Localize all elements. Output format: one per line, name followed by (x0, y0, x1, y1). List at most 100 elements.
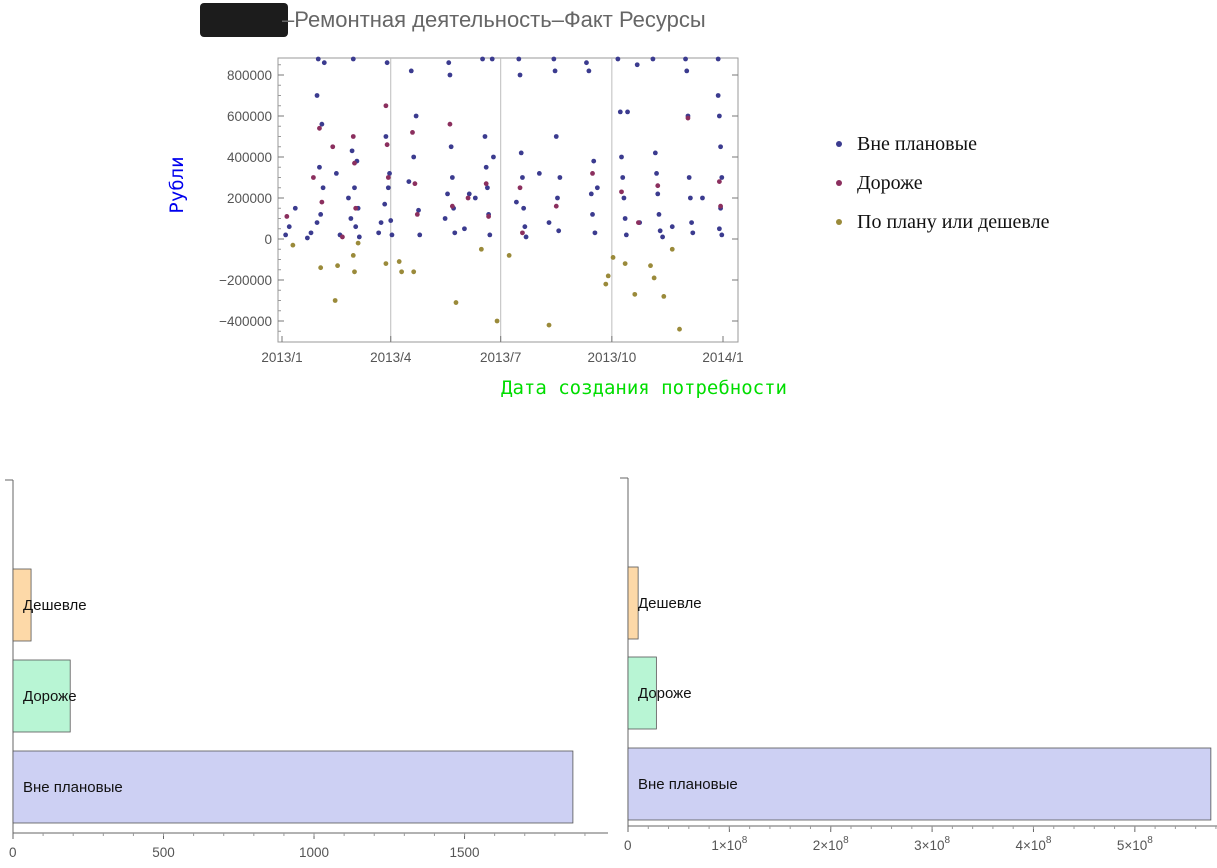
x-tick-label: 500 (152, 845, 175, 860)
x-tick-label: 2013/7 (480, 350, 521, 365)
scatter-point (689, 220, 694, 226)
scatter-point (590, 171, 595, 176)
scatter-point (352, 185, 357, 191)
scatter-point (317, 164, 322, 170)
scatter-point (489, 56, 495, 62)
scatter-point (350, 253, 356, 258)
scatter-point (617, 109, 623, 115)
scatter-point (383, 261, 389, 266)
scatter-point (449, 175, 455, 180)
scatter-point (634, 62, 640, 68)
bar-chart-sum: Вне плановые Дороже Дешевле 0 1×108 2×108 3×10… (620, 477, 1217, 853)
scatter-point (317, 125, 322, 131)
scatter-point (536, 171, 542, 176)
x-tick-label: 2×108 (813, 835, 849, 853)
scatter-point (385, 185, 391, 191)
scatter-point (523, 234, 529, 240)
scatter-point (716, 226, 722, 232)
scatter-point (715, 93, 721, 98)
x-tick-label: 1500 (450, 845, 480, 860)
scatter-point (319, 121, 325, 127)
y-tick-label: 600000 (227, 109, 272, 124)
scatter-point (690, 230, 696, 236)
legend-label: Дороже (857, 172, 923, 194)
scatter-point (520, 230, 525, 236)
scatter-point (378, 220, 384, 226)
scatter-point (553, 134, 559, 139)
scatter-point (447, 121, 453, 127)
scatter-point (660, 234, 665, 240)
scatter-point (719, 175, 725, 180)
scatter-point (513, 199, 519, 205)
scatter-point (685, 115, 691, 121)
y-tick-label: −400000 (219, 314, 272, 329)
scatter-point (330, 144, 336, 150)
scatter-point (521, 205, 527, 211)
y-tick-label: 400000 (227, 150, 272, 165)
scatter-point (346, 195, 351, 201)
bar-category-label: Дешевле (23, 597, 87, 614)
scatter-point (408, 68, 414, 74)
scatter-point (652, 150, 658, 156)
scatter-point (651, 275, 657, 281)
scatter-point (385, 175, 391, 180)
scatter-point (320, 185, 326, 191)
x-tick-exponent: 8 (742, 835, 748, 846)
scatter-point (619, 189, 624, 195)
scatter-point (623, 232, 629, 238)
scatter-point (517, 185, 523, 191)
scatter-point (715, 56, 721, 62)
scatter-point (406, 179, 412, 185)
legend-label: По плану или дешевле (857, 211, 1050, 233)
scatter-point (411, 154, 417, 160)
scatter-point (314, 220, 320, 226)
scatter-point (684, 68, 690, 74)
scatter-point (335, 263, 340, 269)
scatter-point (387, 171, 392, 176)
scatter-point (389, 232, 395, 238)
x-tick-label: 4×108 (1015, 835, 1051, 853)
scatter-point (621, 195, 627, 201)
scatter-point (506, 253, 512, 258)
scatter-point (656, 212, 662, 217)
scatter-point (620, 175, 626, 180)
scatter-point (716, 179, 722, 185)
bar-category-label: Вне плановые (638, 776, 738, 793)
scatter-point (388, 218, 394, 223)
scatter-point (384, 142, 390, 148)
scatter-point (516, 56, 522, 62)
scatter-point (304, 235, 310, 241)
x-tick-exponent: 8 (1147, 835, 1153, 846)
scatter-point (348, 216, 354, 221)
x-tick-exponent: 8 (945, 835, 951, 846)
scatter-point (446, 60, 452, 66)
scatter-point (442, 216, 448, 221)
scatter-point (683, 56, 688, 62)
legend-label: Вне плановые (857, 133, 977, 155)
scatter-point (283, 232, 289, 238)
scatter-point (311, 175, 316, 180)
y-tick-label: 200000 (227, 191, 272, 206)
scatter-point (445, 191, 450, 197)
scatter-point (615, 56, 621, 62)
legend-marker (836, 180, 842, 186)
x-tick-label: 2013/1 (261, 350, 302, 365)
scatter-point (319, 199, 325, 205)
scatter-point (588, 191, 594, 197)
scatter-point (412, 181, 418, 187)
scatter-point (677, 326, 682, 332)
scatter-point (472, 195, 478, 201)
x-tick-exponent: 8 (1046, 835, 1052, 846)
scatter-point (383, 134, 389, 139)
scatter-point (491, 154, 496, 160)
scatter-point (622, 261, 628, 266)
scatter-point (586, 68, 592, 74)
scatter-point (462, 226, 467, 232)
x-axis-label: Дата создания потребности (501, 377, 787, 399)
bar (627, 566, 639, 640)
scatter-point (718, 203, 723, 209)
scatter-point (718, 144, 723, 150)
x-tick-exponent: 8 (843, 835, 849, 846)
scatter-point (557, 175, 563, 180)
x-tick-label: 0 (9, 845, 17, 860)
